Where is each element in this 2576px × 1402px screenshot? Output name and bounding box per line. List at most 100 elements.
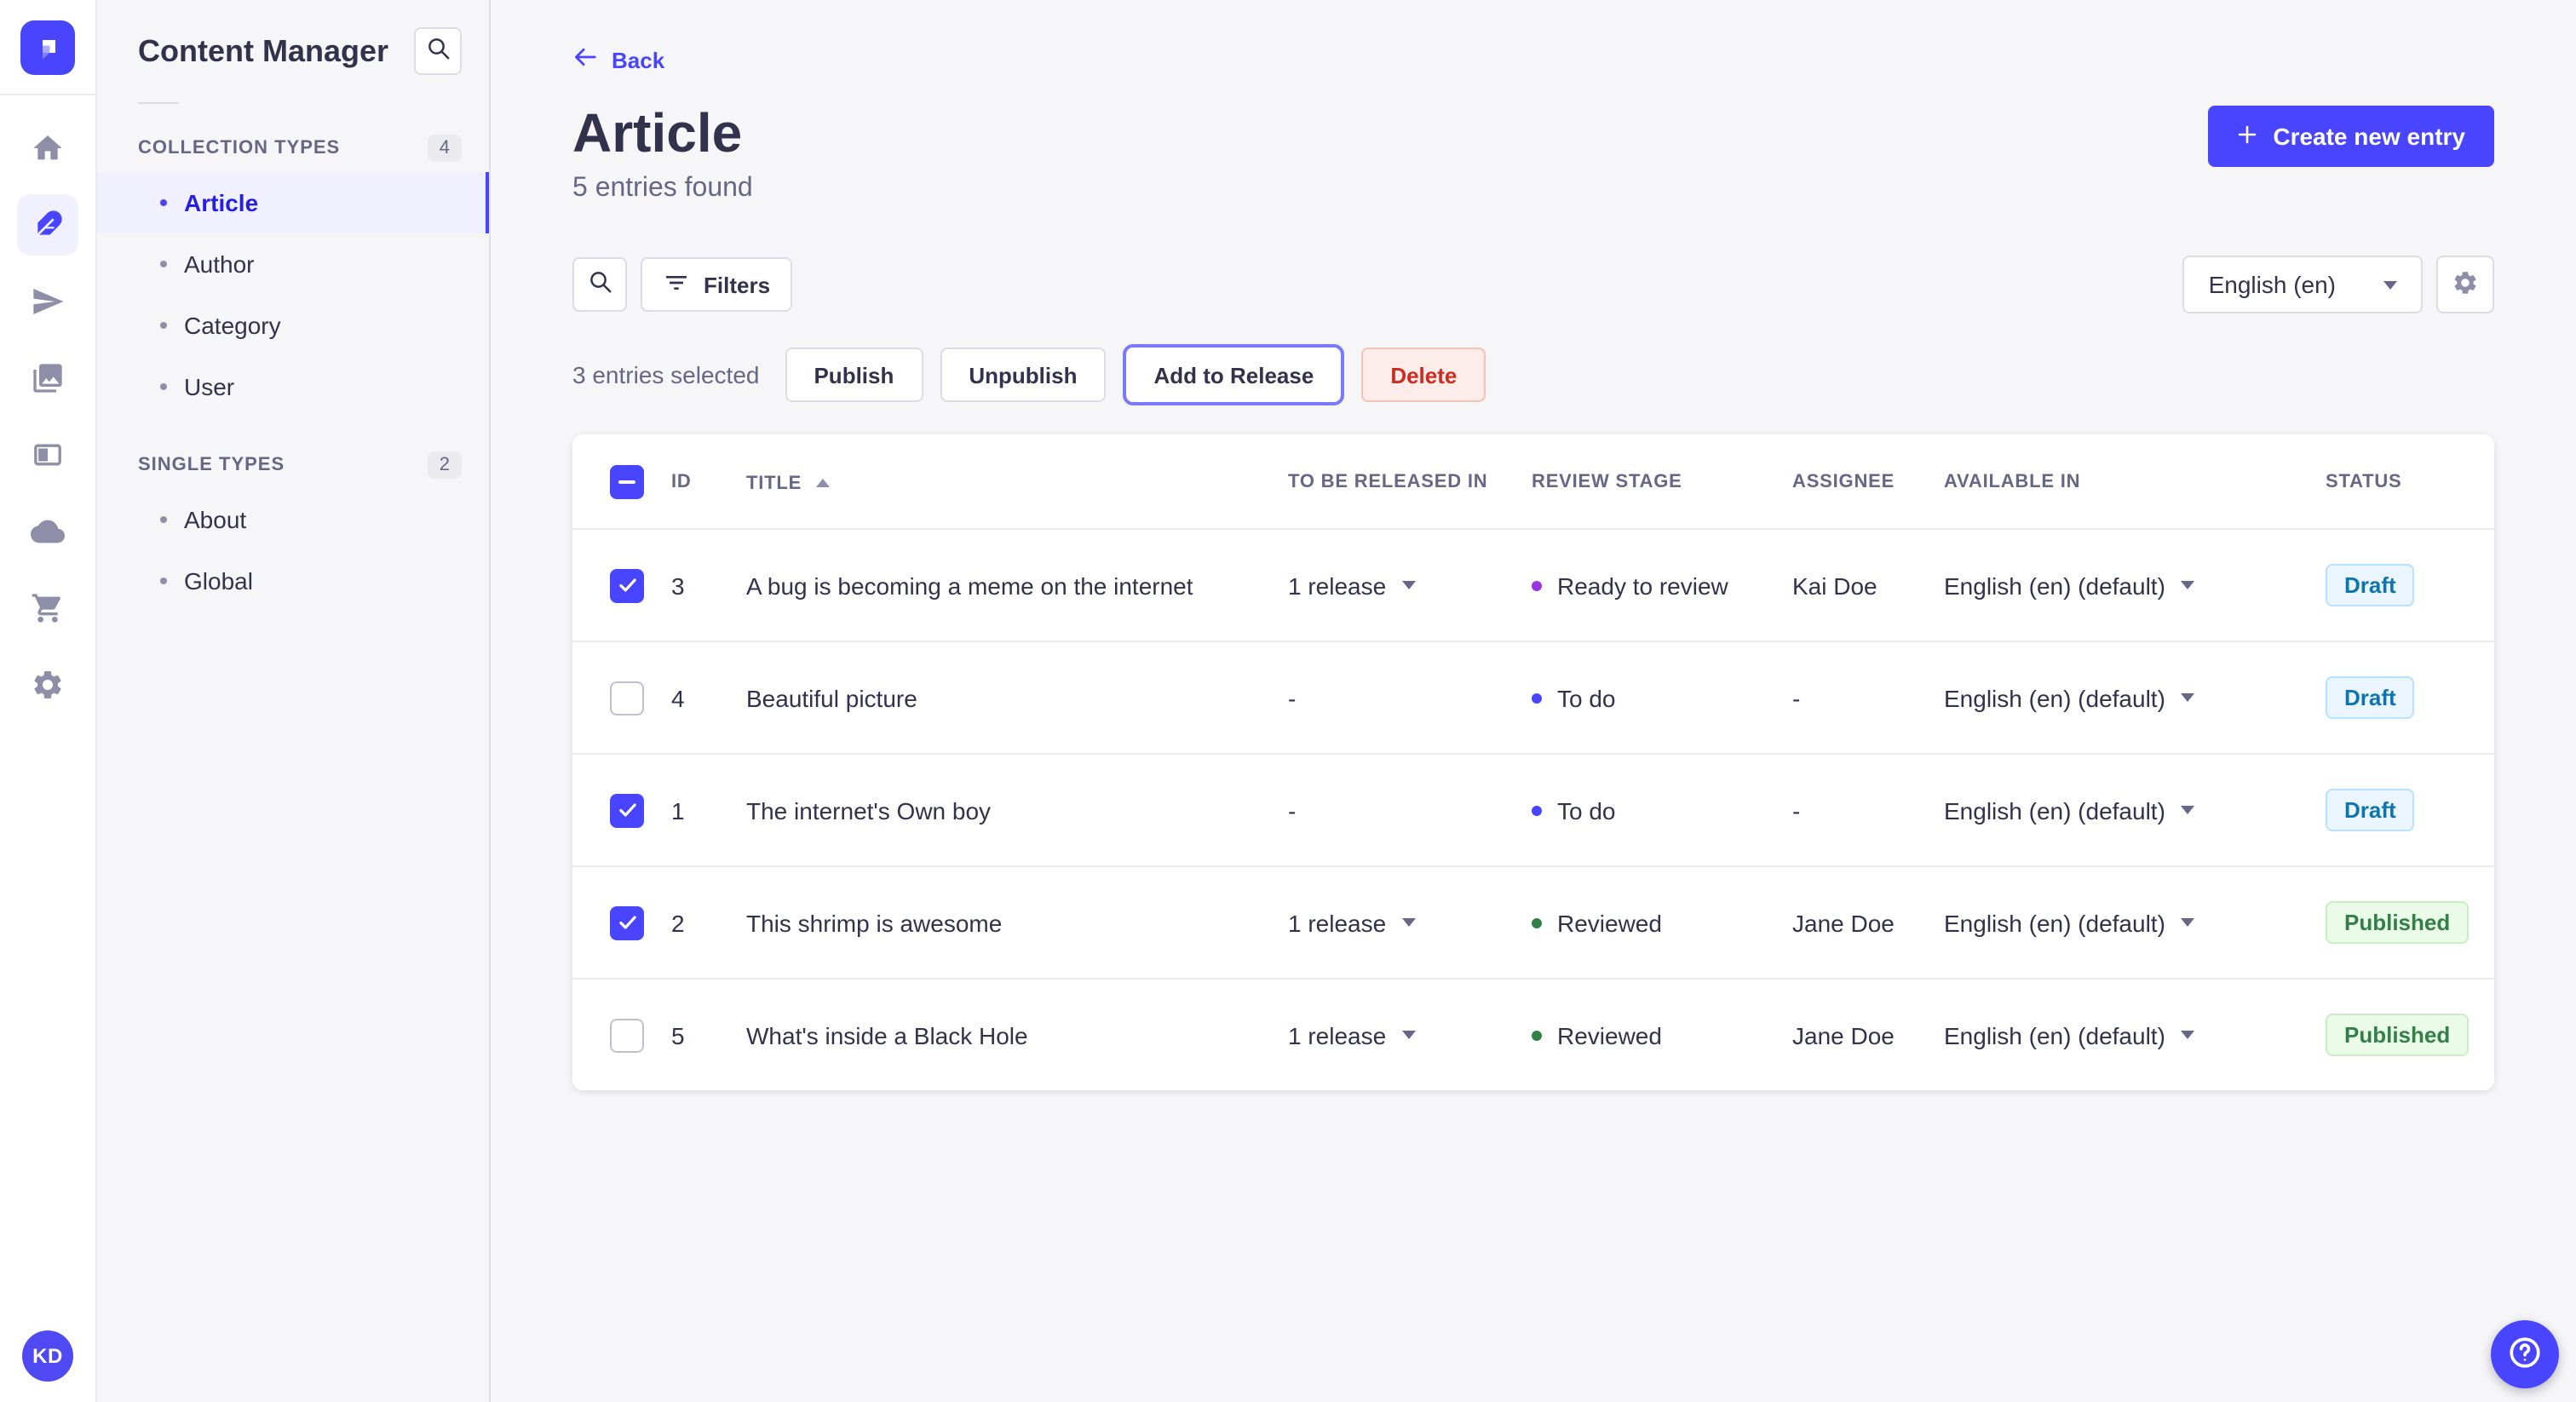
unpublish-button[interactable]: Unpublish [940, 348, 1107, 402]
row-checkbox[interactable] [610, 1018, 644, 1052]
subnav-item-about[interactable]: About [97, 489, 489, 550]
chevron-down-icon[interactable] [1401, 918, 1416, 927]
back-link[interactable]: Back [572, 44, 664, 75]
entries-count: 5 entries found [572, 174, 753, 203]
row-assignee: Jane Doe [1792, 909, 1895, 936]
publish-button[interactable]: Publish [785, 348, 923, 402]
strapi-logo-icon[interactable] [20, 20, 75, 74]
row-id: 4 [671, 684, 685, 711]
bullet-icon [160, 322, 167, 329]
row-checkbox[interactable] [610, 793, 644, 827]
subnav-section: COLLECTION TYPES 4 Article Author Category Us… [97, 124, 489, 417]
chevron-down-icon[interactable] [1401, 581, 1416, 589]
rail-button-gear[interactable] [17, 654, 78, 715]
selected-count-text: 3 entries selected [572, 361, 760, 388]
status-badge: Draft [2326, 676, 2415, 719]
section-label: SINGLE TYPES [138, 455, 285, 475]
section-count-badge: 4 [427, 135, 462, 162]
row-checkbox[interactable] [610, 681, 644, 715]
feather-icon [31, 208, 65, 242]
rail-button-layout[interactable] [17, 424, 78, 486]
row-assignee: Kai Doe [1792, 572, 1877, 599]
section-count-badge: 2 [427, 451, 462, 479]
subnav-item-author[interactable]: Author [97, 233, 489, 295]
table-row[interactable]: 2 This shrimp is awesome 1 release Reviewed… [572, 865, 2494, 978]
status-badge: Published [2326, 1014, 2470, 1056]
row-assignee: - [1792, 796, 1801, 824]
row-available-in: English (en) (default) [1944, 909, 2326, 936]
row-checkbox[interactable] [610, 905, 644, 939]
subnav-item-user[interactable]: User [97, 356, 489, 417]
bullet-icon [160, 577, 167, 584]
row-id: 5 [671, 1021, 685, 1049]
home-icon [31, 131, 65, 165]
row-to-be-released-in: 1 release [1288, 572, 1532, 599]
subnav-item-label: Category [184, 312, 281, 339]
row-checkbox[interactable] [610, 568, 644, 602]
create-new-entry-button[interactable]: Create new entry [2208, 106, 2494, 167]
row-to-be-released-in: - [1288, 684, 1297, 711]
chevron-down-icon[interactable] [2180, 806, 2194, 814]
column-header-assignee[interactable]: ASSIGNEE [1792, 471, 1944, 491]
table-row[interactable]: 3 A bug is becoming a meme on the interne… [572, 528, 2494, 641]
status-badge: Draft [2326, 564, 2415, 606]
table-row[interactable]: 5 What's inside a Black Hole 1 release Revi… [572, 978, 2494, 1090]
chevron-down-icon[interactable] [1401, 1031, 1416, 1039]
search-icon [426, 36, 451, 66]
paper-plane-icon [31, 284, 65, 319]
row-title: The internet's Own boy [746, 796, 992, 824]
filters-button[interactable]: Filters [641, 257, 793, 312]
avatar[interactable]: KD [22, 1330, 73, 1382]
column-header-id[interactable]: ID [671, 471, 746, 491]
table-row[interactable]: 4 Beautiful picture - To do - English (en) (d… [572, 641, 2494, 753]
row-to-be-released-in: - [1288, 796, 1297, 824]
section-label: COLLECTION TYPES [138, 138, 341, 158]
row-to-be-released-in: 1 release [1288, 909, 1532, 936]
row-available-in: English (en) (default) [1944, 684, 2326, 711]
entries-table: ID TITLE TO BE RELEASED IN REVIEW STAGE … [572, 434, 2494, 1090]
subnav-section: SINGLE TYPES 2 About Global [97, 441, 489, 612]
row-review-stage: To do [1532, 684, 1792, 711]
question-circle-icon [2506, 1333, 2544, 1376]
rail-button-cloud[interactable] [17, 501, 78, 562]
chevron-down-icon[interactable] [2180, 918, 2194, 927]
view-settings-button[interactable] [2436, 256, 2494, 313]
select-all-checkbox[interactable] [610, 464, 644, 498]
rail-button-home[interactable] [17, 118, 78, 179]
search-button[interactable] [572, 257, 627, 312]
column-header-review-stage[interactable]: REVIEW STAGE [1532, 471, 1792, 491]
row-title: What's inside a Black Hole [746, 1021, 1028, 1049]
table-row[interactable]: 1 The internet's Own boy - To do - English (e… [572, 753, 2494, 865]
chevron-down-icon[interactable] [2180, 581, 2194, 589]
subnav-item-label: About [184, 506, 247, 533]
table-body: 3 A bug is becoming a meme on the interne… [572, 528, 2494, 1090]
row-assignee: Jane Doe [1792, 1021, 1895, 1049]
rail-button-feather[interactable] [17, 194, 78, 256]
add-to-release-button[interactable]: Add to Release [1123, 344, 1345, 405]
rail-button-paper-plane[interactable] [17, 271, 78, 332]
row-title: Beautiful picture [746, 684, 917, 711]
logo-cell [0, 0, 95, 95]
help-button[interactable] [2491, 1320, 2559, 1388]
chevron-down-icon[interactable] [2180, 1031, 2194, 1039]
chevron-down-icon[interactable] [2180, 693, 2194, 702]
subnav-item-category[interactable]: Category [97, 295, 489, 356]
delete-button[interactable]: Delete [1361, 348, 1486, 402]
rail-button-media-library[interactable] [17, 348, 78, 409]
subnav-item-global[interactable]: Global [97, 550, 489, 612]
column-header-status[interactable]: STATUS [2326, 471, 2494, 491]
subnav-search-button[interactable] [414, 27, 462, 75]
column-header-title[interactable]: TITLE [746, 473, 830, 493]
column-header-available-in[interactable]: AVAILABLE IN [1944, 471, 2326, 491]
search-icon [587, 269, 612, 300]
row-id: 3 [671, 572, 685, 599]
column-header-to-be-released-in[interactable]: TO BE RELEASED IN [1288, 471, 1532, 491]
row-id: 2 [671, 909, 685, 936]
plus-icon [2237, 123, 2257, 150]
cart-icon [31, 591, 65, 625]
rail-button-cart[interactable] [17, 577, 78, 639]
gear-icon [2452, 268, 2479, 301]
subnav-item-article[interactable]: Article [97, 172, 489, 233]
row-available-in: English (en) (default) [1944, 572, 2326, 599]
locale-select[interactable]: English (en) [2182, 256, 2423, 313]
